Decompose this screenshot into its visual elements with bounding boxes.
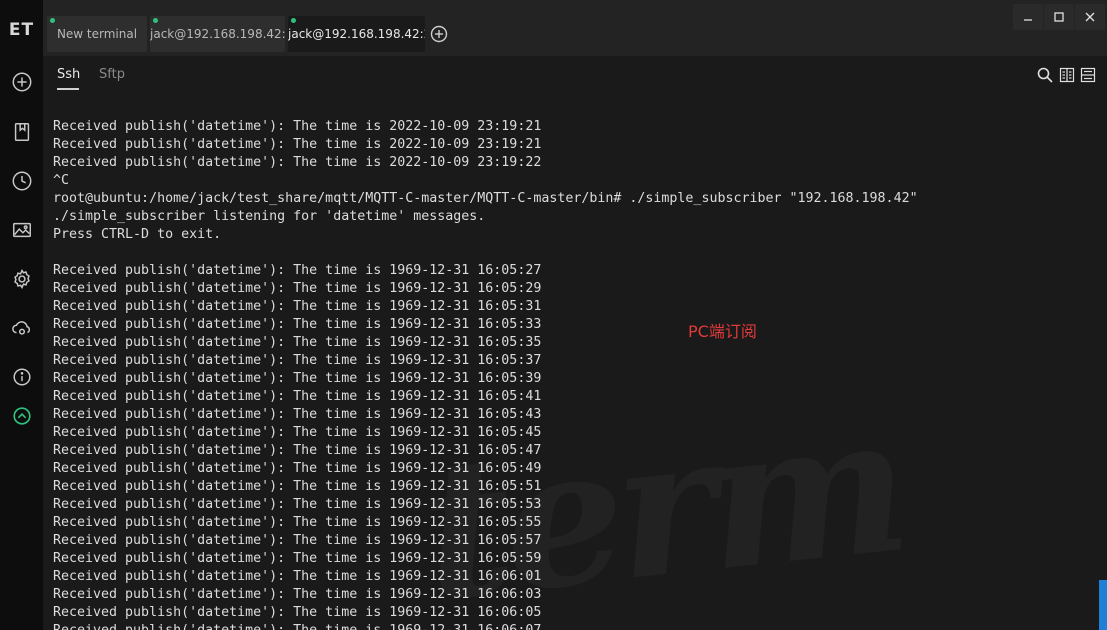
terminal-line: Received publish('datetime'): The time i… — [53, 533, 542, 548]
image-icon[interactable] — [9, 217, 35, 243]
close-icon[interactable] — [1075, 4, 1105, 30]
subtab-ssh[interactable]: Ssh — [57, 67, 80, 82]
minimize-icon[interactable] — [1013, 4, 1043, 30]
bookmark-icon[interactable] — [9, 119, 35, 145]
terminal-line: ./simple_subscriber listening for 'datet… — [53, 209, 486, 224]
subtab-sftp[interactable]: Sftp — [99, 67, 125, 82]
tab-ssh-session-2[interactable]: jack@192.168.198.42:22 — [288, 16, 425, 52]
terminal-line: Received publish('datetime'): The time i… — [53, 353, 542, 368]
terminal-line: Received publish('datetime'): The time i… — [53, 299, 542, 314]
terminal-line: Received publish('datetime'): The time i… — [53, 371, 542, 386]
terminal-line: Received publish('datetime'): The time i… — [53, 605, 542, 620]
info-icon[interactable] — [9, 364, 35, 390]
maximize-icon[interactable] — [1044, 4, 1074, 30]
history-icon[interactable] — [9, 168, 35, 194]
terminal-line: Received publish('datetime'): The time i… — [53, 335, 542, 350]
terminal-line: Received publish('datetime'): The time i… — [53, 587, 542, 602]
cloud-sync-icon[interactable] — [9, 315, 35, 341]
terminal-line: Received publish('datetime'): The time i… — [53, 407, 542, 422]
terminal-line: Received publish('datetime'): The time i… — [53, 425, 542, 440]
tab-bar: New terminal jack@192.168.198.42:22 jack… — [43, 0, 1107, 56]
upgrade-icon[interactable] — [9, 403, 35, 429]
tab-status-dot — [153, 18, 158, 23]
tab-status-dot — [50, 18, 55, 23]
terminal-line: Received publish('datetime'): The time i… — [53, 479, 542, 494]
tab-status-dot — [291, 18, 296, 23]
terminal-line: Press CTRL-D to exit. — [53, 227, 222, 242]
tab-new-terminal[interactable]: New terminal — [47, 16, 147, 52]
terminal-line: Received publish('datetime'): The time i… — [53, 569, 542, 584]
annotation-label: PC端订阅 — [688, 322, 757, 341]
terminal-output[interactable]: term Received publish('datetime'): The t… — [43, 96, 1099, 630]
tab-label: New terminal — [56, 27, 138, 41]
terminal-line: Received publish('datetime'): The time i… — [53, 317, 542, 332]
terminal-line: ^C — [53, 173, 70, 188]
tab-label: jack@192.168.198.42:22 — [288, 27, 425, 41]
tab-ssh-session-1[interactable]: jack@192.168.198.42:22 — [150, 16, 285, 52]
terminal-line: Received publish('datetime'): The time i… — [53, 389, 542, 404]
terminal-line: Received publish('datetime'): The time i… — [53, 551, 542, 566]
terminal-line: Received publish('datetime'): The time i… — [53, 461, 542, 476]
terminal-line: root@ubuntu:/home/jack/test_share/mqtt/M… — [53, 191, 918, 206]
app-logo: ET — [8, 20, 35, 40]
terminal-line: Received publish('datetime'): The time i… — [53, 263, 542, 278]
terminal-line: Received publish('datetime'): The time i… — [53, 497, 542, 512]
subtab-active-indicator — [57, 88, 79, 90]
terminal-line: Received publish('datetime'): The time i… — [53, 155, 542, 170]
terminal-scrollbar[interactable] — [1099, 96, 1107, 630]
terminal-line: Received publish('datetime'): The time i… — [53, 622, 918, 630]
terminal-lines: Received publish('datetime'): The time i… — [53, 118, 918, 630]
search-icon[interactable] — [1037, 67, 1053, 83]
gear-icon[interactable] — [9, 266, 35, 292]
split-horizontal-icon[interactable] — [1080, 67, 1096, 83]
scrollbar-thumb[interactable] — [1099, 580, 1107, 630]
tab-label: jack@192.168.198.42:22 — [150, 27, 285, 41]
session-subbar: Ssh Sftp — [43, 56, 1107, 96]
terminal-line: Received publish('datetime'): The time i… — [53, 281, 542, 296]
split-vertical-icon[interactable] — [1059, 67, 1075, 83]
sidebar: ET — [0, 0, 43, 630]
terminal-line: Received publish('datetime'): The time i… — [53, 515, 542, 530]
terminal-line: Received publish('datetime'): The time i… — [53, 443, 542, 458]
add-tab-icon[interactable] — [430, 25, 448, 43]
plus-circle-icon[interactable] — [9, 69, 35, 95]
terminal-line: Received publish('datetime'): The time i… — [53, 119, 542, 134]
terminal-line: Received publish('datetime'): The time i… — [53, 137, 542, 152]
